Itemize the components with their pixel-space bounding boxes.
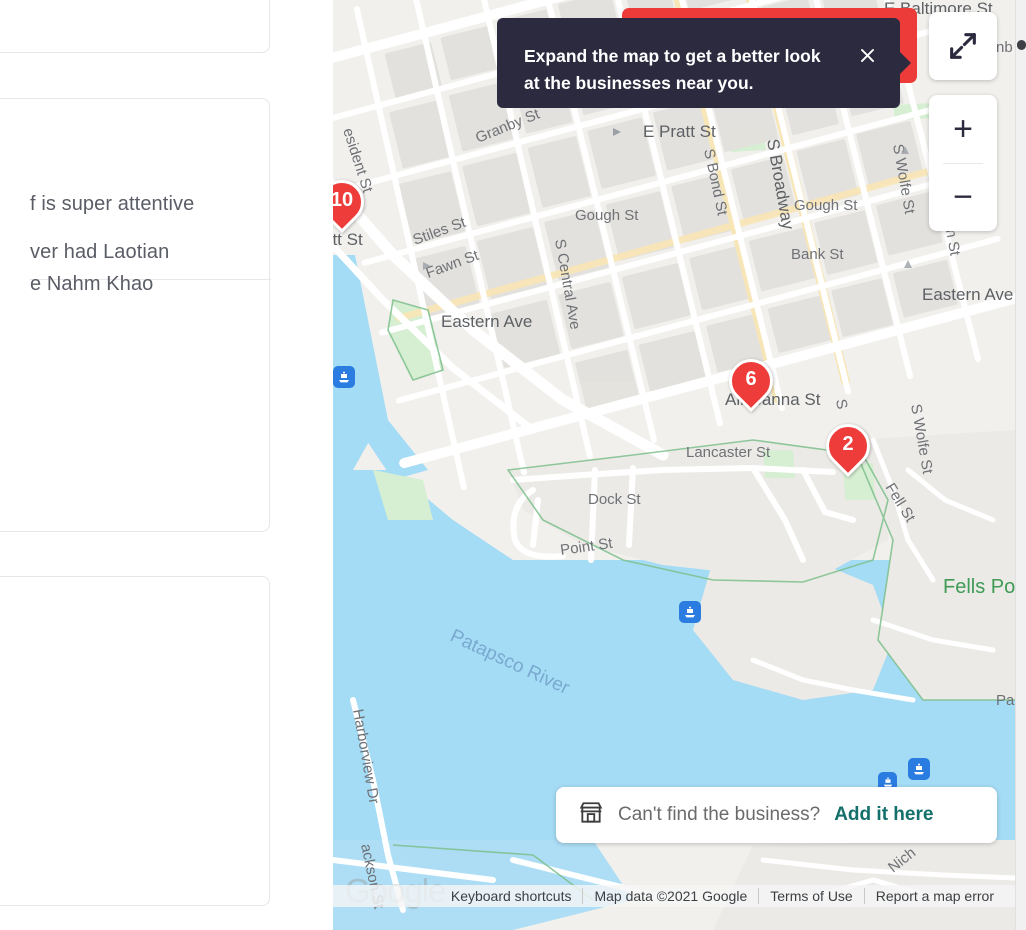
review-snippet: f is super attentive bbox=[30, 193, 195, 215]
add-business-link[interactable]: Add it here bbox=[834, 804, 933, 826]
tooltip-message: Expand the map to get a better look at t… bbox=[524, 46, 821, 93]
map-street-label: Eastern Ave bbox=[441, 312, 532, 331]
marker-count: 2 bbox=[842, 433, 854, 455]
marker-count: 10 bbox=[333, 189, 354, 211]
map-street-label: att St bbox=[333, 230, 363, 249]
map-street-label: Pa bbox=[996, 692, 1015, 709]
sidebar-map-gutter bbox=[271, 0, 333, 930]
zoom-controls: + − bbox=[929, 95, 997, 231]
review-card[interactable] bbox=[0, 0, 270, 53]
tooltip-arrow bbox=[899, 51, 911, 75]
close-icon[interactable] bbox=[854, 42, 880, 68]
map-marker-cluster[interactable]: 10 bbox=[333, 170, 374, 234]
review-snippet: ver had Laotian e Nahm Khao bbox=[30, 241, 170, 295]
review-card[interactable] bbox=[0, 576, 270, 906]
zoom-in-button[interactable]: + bbox=[929, 95, 997, 163]
storefront-icon bbox=[578, 800, 604, 831]
zoom-controls-divider bbox=[943, 163, 983, 164]
map-street-label: Eastern Ave bbox=[922, 285, 1013, 304]
map-expand-tooltip: Expand the map to get a better look at t… bbox=[497, 18, 911, 108]
ferry-icon[interactable] bbox=[908, 758, 930, 780]
map-marker-cluster[interactable]: 2 bbox=[816, 414, 880, 478]
map-street-label: Dock St bbox=[588, 491, 641, 508]
scrollbar-thumb[interactable] bbox=[1017, 40, 1026, 50]
add-business-prompt: Can't find the business? bbox=[618, 804, 821, 825]
terms-of-use-link[interactable]: Terms of Use bbox=[758, 888, 863, 904]
expand-arrows-icon bbox=[950, 33, 976, 59]
map-street-label: nb bbox=[996, 39, 1013, 56]
map-street-label: Gough St bbox=[575, 207, 639, 224]
ferry-icon[interactable] bbox=[679, 601, 701, 623]
add-business-banner[interactable]: Can't find the business? Add it here bbox=[556, 787, 997, 843]
map-street-label: Gough St bbox=[794, 197, 858, 214]
map-data-copyright: Map data ©2021 Google bbox=[582, 888, 758, 904]
map-search-page: f is super attentive ver had Laotian e N… bbox=[0, 0, 1026, 930]
map-street-label: Lancaster St bbox=[686, 444, 771, 461]
report-map-error-link[interactable]: Report a map error bbox=[863, 888, 1005, 904]
map-street-label: Bank St bbox=[791, 246, 844, 263]
page-scrollbar[interactable] bbox=[1015, 0, 1026, 930]
marker-count: 6 bbox=[745, 368, 757, 390]
zoom-out-button[interactable]: − bbox=[929, 163, 997, 231]
expand-map-button[interactable] bbox=[929, 12, 997, 80]
keyboard-shortcuts-link[interactable]: Keyboard shortcuts bbox=[440, 888, 583, 904]
map-street-label: E Pratt St bbox=[643, 122, 716, 141]
ferry-icon[interactable] bbox=[333, 366, 355, 388]
map-place-label: Fells Po bbox=[943, 576, 1015, 598]
review-card[interactable] bbox=[0, 98, 270, 532]
map-marker-cluster[interactable]: 6 bbox=[719, 349, 783, 413]
map-attribution-bar: Keyboard shortcuts Map data ©2021 Google… bbox=[333, 885, 1015, 907]
